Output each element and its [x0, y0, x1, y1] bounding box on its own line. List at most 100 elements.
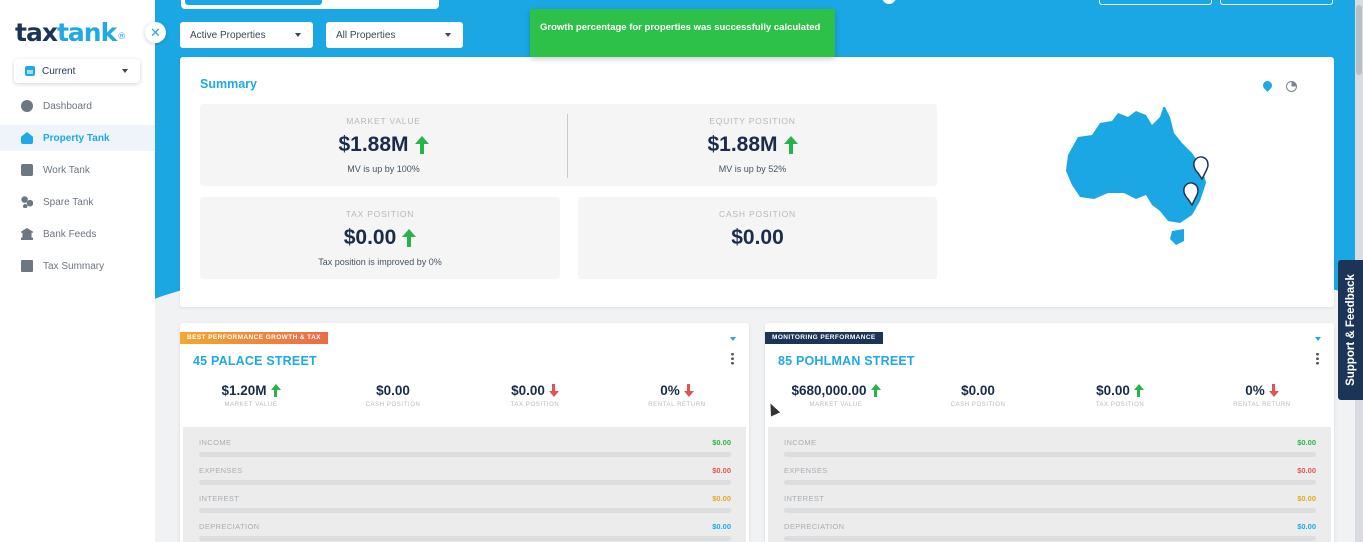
tax-position-stat: TAX POSITION $0.00 Tax position is impro… [200, 197, 560, 279]
property-card-45-palace-street[interactable]: BEST PERFORMANCE GROWTH & TAX 45 PALACE … [180, 323, 749, 542]
close-sidebar-button[interactable]: ✕ [145, 22, 166, 43]
sidebar-item-property-tank[interactable]: Property Tank [0, 125, 155, 151]
more-options-icon[interactable] [1316, 352, 1319, 365]
arrow-down-icon [683, 383, 694, 397]
view-tabs[interactable] [181, 0, 439, 9]
metric-rental-return: 0% RENTAL RETURN [606, 381, 748, 409]
metric-value: $0.00 [907, 381, 1049, 399]
arrow-up-icon [270, 383, 281, 397]
row-value: $0.00 [1297, 438, 1316, 447]
sidebar-item-bank-feeds[interactable]: Bank Feeds [0, 221, 155, 247]
sidebar-item-tax-summary[interactable]: Tax Summary [0, 253, 155, 279]
chevron-down-icon [122, 69, 128, 73]
metric-value-text: $0.00 [376, 382, 410, 398]
toast-message: Growth percentage for properties was suc… [540, 22, 821, 33]
row-progress-bar [784, 452, 1316, 457]
row-label: INCOME [784, 438, 817, 447]
sidebar-item-label: Spare Tank [43, 196, 94, 208]
arrow-up-icon [870, 383, 881, 397]
metric-tax-position: $0.00 TAX POSITION [464, 381, 606, 408]
metric-value-text: $0.00 [1096, 382, 1130, 398]
metric-label: TAX POSITION [1095, 402, 1145, 408]
metric-value: $0.00 [322, 381, 464, 399]
breakdown-row-interest: INTEREST $0.00 [199, 494, 731, 513]
row-value: $0.00 [712, 466, 731, 475]
main-content: Active Properties All Properties Growth … [155, 0, 1363, 542]
australia-map [1066, 107, 1209, 245]
equity-position-stat: EQUITY POSITION $1.88M MV is up by 52% [568, 104, 937, 186]
summary-card: Summary MARKET VALUE $1.88M MV is up by … [180, 57, 1334, 307]
row-progress-bar [199, 508, 731, 513]
sidebar-item-spare-tank[interactable]: Spare Tank [0, 189, 155, 215]
breakdown-row-income: INCOME $0.00 [784, 438, 1316, 457]
stat-label: TAX POSITION [345, 209, 415, 219]
sidebar-item-label: Dashboard [43, 100, 92, 112]
metric-label: CASH POSITION [365, 402, 421, 408]
stat-value-text: $1.88M [338, 133, 409, 156]
metric-value-text: 0% [660, 382, 680, 398]
metric-label: MARKET VALUE [224, 402, 278, 408]
property-metrics: $1.20M MARKET VALUE $0.00 CASH POSITION … [180, 381, 749, 409]
stat-label: EQUITY POSITION [709, 116, 796, 126]
metric-value: 0% [1191, 381, 1333, 399]
chevron-down-icon [295, 33, 301, 37]
stat-note: MV is up by 52% [718, 164, 787, 174]
breakdown-row-income: INCOME $0.00 [199, 438, 731, 457]
sidebar-item-dashboard[interactable]: Dashboard [0, 93, 155, 119]
metric-label: RENTAL RETURN [1233, 402, 1291, 408]
breakdown-row-expenses: EXPENSES $0.00 [784, 466, 1316, 485]
chevron-down-icon[interactable] [730, 337, 736, 341]
metric-cash-position: $0.00 CASH POSITION [322, 381, 464, 409]
property-status-dropdown[interactable]: Active Properties [180, 22, 313, 48]
taxtank-logo[interactable]: taxtank® [15, 18, 126, 47]
scrollbar-thumb[interactable] [1356, 5, 1362, 75]
header-button[interactable] [1099, 0, 1212, 5]
bank-feeds-icon [21, 228, 33, 240]
stat-value: $1.88M [200, 133, 567, 157]
arrow-up-icon [414, 136, 429, 154]
support-feedback-tab[interactable]: Support & Feedback [1338, 260, 1363, 400]
sidebar-item-label: Bank Feeds [43, 228, 97, 240]
stat-label: CASH POSITION [719, 209, 796, 219]
row-label: INTEREST [784, 494, 825, 503]
metric-value-text: $0.00 [511, 382, 545, 398]
stat-value-text: $1.88M [707, 133, 778, 156]
sidebar-item-label: Property Tank [43, 132, 110, 144]
metric-value: $0.00 [464, 381, 606, 399]
arrow-up-icon [402, 229, 417, 247]
stat-note: Tax position is improved by 0% [318, 257, 442, 267]
metric-market-value: $680,000.00 MARKET VALUE [765, 381, 907, 408]
row-label: DEPRECIATION [199, 522, 260, 531]
row-value: $0.00 [712, 522, 731, 531]
metric-label: RENTAL RETURN [648, 402, 706, 408]
spare-tank-icon [21, 196, 33, 208]
map-view-icon[interactable] [1261, 79, 1274, 92]
arrow-up-icon [783, 136, 798, 154]
row-progress-bar [199, 452, 731, 457]
sidebar-item-work-tank[interactable]: Work Tank [0, 157, 155, 183]
stat-value: $0.00 [578, 226, 937, 250]
active-tab[interactable] [185, 0, 322, 5]
support-feedback-label: Support & Feedback [1344, 274, 1357, 386]
stat-note: MV is up by 100% [347, 164, 420, 174]
header-button[interactable] [1220, 0, 1333, 5]
chevron-down-icon[interactable] [1315, 337, 1321, 341]
more-options-icon[interactable] [731, 352, 734, 365]
property-scope-dropdown[interactable]: All Properties [326, 22, 463, 48]
stat-label: MARKET VALUE [346, 116, 421, 126]
property-name[interactable]: 45 PALACE STREET [193, 354, 317, 368]
metric-value-text: 0% [1245, 382, 1265, 398]
metric-value-text: $1.20M [221, 382, 267, 398]
metric-label: CASH POSITION [950, 402, 1006, 408]
property-name[interactable]: 85 POHLMAN STREET [778, 354, 915, 368]
arrow-down-icon [1268, 383, 1279, 397]
summary-title: Summary [200, 77, 257, 91]
metric-label: TAX POSITION [510, 402, 560, 408]
performance-tag: MONITORING PERFORMANCE [765, 332, 883, 344]
financial-year-select[interactable]: Current [14, 59, 140, 83]
pie-chart-view-icon[interactable] [1286, 81, 1297, 92]
property-tank-icon [21, 132, 33, 144]
dashboard-icon [21, 100, 33, 112]
registered-mark: ® [117, 32, 126, 42]
property-card-85-pohlman-street[interactable]: MONITORING PERFORMANCE 85 POHLMAN STREET… [765, 323, 1334, 542]
